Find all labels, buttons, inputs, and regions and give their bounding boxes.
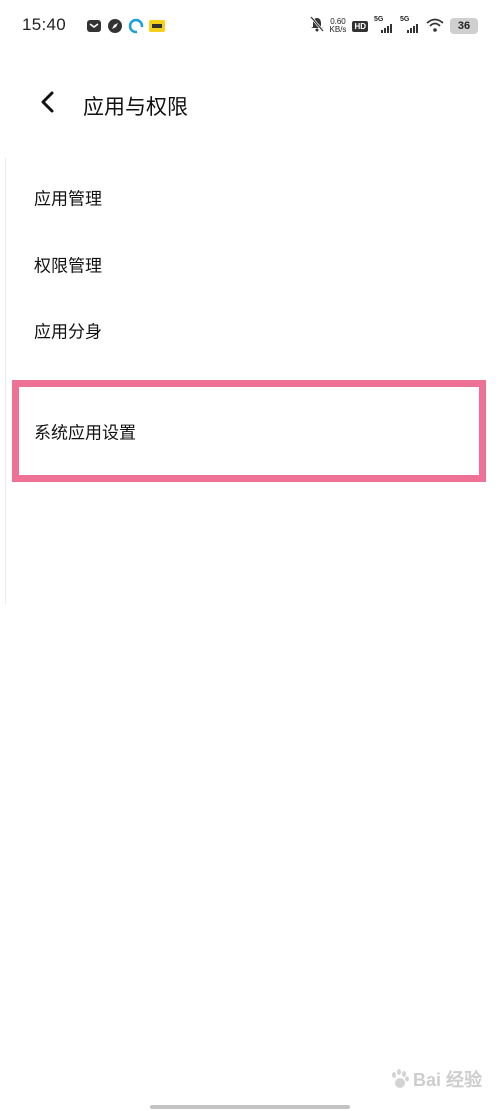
battery-indicator: 36 [450, 18, 478, 34]
menu-item-label: 权限管理 [34, 256, 102, 277]
yellow-app-icon [149, 18, 165, 34]
status-time: 15:40 [22, 15, 67, 34]
baidu-watermark: Bai 经验 [389, 1064, 482, 1094]
status-bar: 15:40 0.60 KB/s HD 5G 5G 36 [0, 0, 500, 54]
home-indicator[interactable] [150, 1105, 350, 1109]
hd-label: HD [352, 20, 368, 32]
compass-icon [107, 18, 123, 34]
menu-item-label: 应用分身 [34, 322, 102, 343]
status-right: 0.60 KB/s HD 5G 5G 36 [309, 15, 478, 37]
page-header: 应用与权限 [0, 80, 500, 128]
menu-item-system-app-settings[interactable]: 系统应用设置 [12, 380, 486, 482]
browser-icon [128, 18, 144, 34]
menu-item-permission-management[interactable]: 权限管理 [0, 234, 500, 294]
menu-item-label: 应用管理 [34, 189, 102, 210]
menu-item-app-clone[interactable]: 应用分身 [0, 300, 500, 360]
hd-icon: HD [352, 20, 368, 32]
menu-item-app-management[interactable]: 应用管理 [0, 167, 500, 227]
back-button[interactable] [32, 88, 64, 120]
sim1-signal: 5G [374, 16, 394, 35]
network-speed: 0.60 KB/s [330, 18, 347, 34]
menu-item-label: 系统应用设置 [34, 423, 136, 444]
sim1-net-label: 5G [374, 16, 384, 23]
mute-bell-icon [309, 16, 324, 36]
sim2-net-label: 5G [400, 16, 410, 23]
page-title: 应用与权限 [83, 95, 188, 119]
sim2-signal: 5G [400, 16, 420, 35]
watermark-text: Bai 经验 [412, 1070, 482, 1090]
message-icon [86, 18, 102, 34]
paw-icon [391, 1069, 409, 1088]
speed-unit: KB/s [329, 25, 347, 34]
chevron-left-icon [38, 90, 58, 118]
wifi-icon [426, 17, 444, 36]
notification-icons [86, 17, 165, 35]
